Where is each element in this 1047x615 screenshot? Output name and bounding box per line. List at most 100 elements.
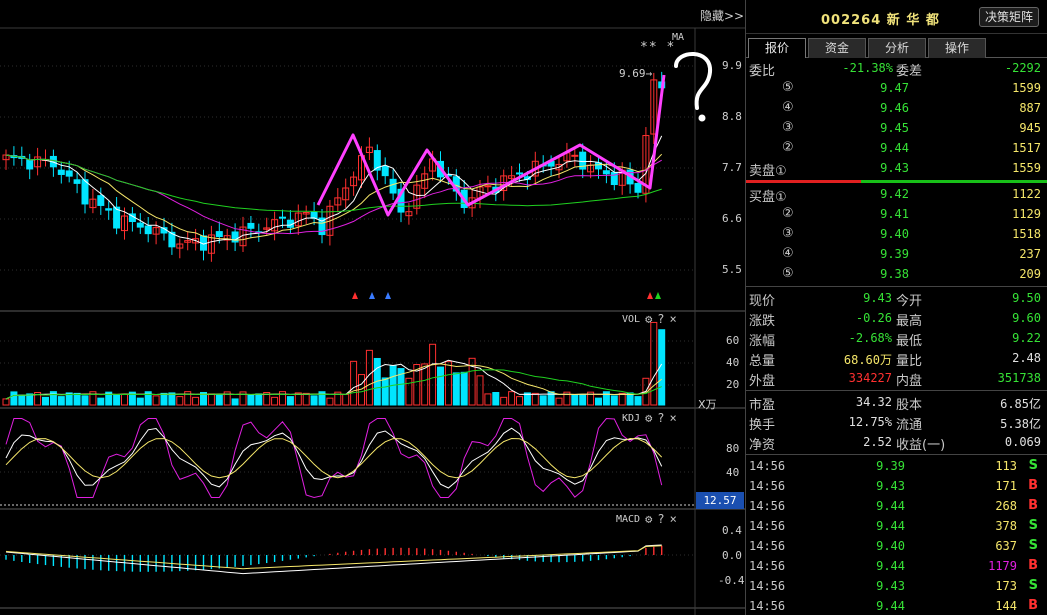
tab-analysis[interactable]: 分析: [868, 38, 926, 58]
level-label: ②: [782, 206, 794, 221]
gear-icon[interactable]: ⚙: [645, 411, 652, 425]
kdj-title: KDJ: [622, 412, 641, 424]
question-mark-stroke: [674, 52, 712, 110]
wei-bi-label: 委比: [749, 64, 776, 79]
macd-axis-tick: 0.4: [722, 524, 742, 537]
volume-bar: [429, 343, 437, 406]
divider: [746, 286, 1047, 287]
kline-chart-area[interactable]: 隐藏>> MA ** * 9.69→ 9.9 8.8 7.7 6.6 5.5 V…: [0, 0, 745, 615]
trade-volume: 171: [995, 479, 1017, 493]
volume-bar: [255, 393, 263, 406]
trade-row[interactable]: 14:56 9.40 637 S: [746, 536, 1047, 556]
volume-bar: [113, 394, 121, 406]
close-icon[interactable]: ×: [670, 411, 677, 425]
volume-bar: [136, 397, 144, 406]
macd-title: MACD: [616, 513, 641, 525]
divider: [746, 454, 1047, 455]
stat-value: -0.26: [855, 311, 892, 325]
candle-body: [484, 185, 492, 188]
trade-volume: 1179: [988, 559, 1017, 573]
stat-value: 9.43: [863, 291, 892, 305]
stat-label: 最低: [896, 334, 923, 349]
tab-operation[interactable]: 操作: [928, 38, 986, 58]
stat-label: 涨跌: [749, 314, 776, 329]
stat-label: 净资: [749, 438, 776, 453]
stat-value: 5.38亿: [1000, 417, 1041, 431]
trade-volume: 268: [995, 499, 1017, 513]
trade-row[interactable]: 14:56 9.39 113 S: [746, 456, 1047, 476]
level-volume: 237: [1019, 247, 1041, 261]
vol-axis-tick: 40: [726, 356, 740, 369]
stat-value: 0.069: [1004, 435, 1041, 449]
stat-value: 68.60万: [843, 353, 892, 367]
tab-quote[interactable]: 报价: [748, 38, 806, 58]
volume-bar: [231, 398, 239, 406]
trade-row[interactable]: 14:56 9.44 268 B: [746, 496, 1047, 516]
trade-price: 9.44: [876, 599, 905, 613]
volume-bar: [381, 377, 389, 406]
sell-order-book: ⑤ 9.47 1599 ④ 9.46 887 ③ 9.45 945 ② 9.44 1517 卖盘① 9.4…: [746, 78, 1047, 179]
stat-row: 涨跌 -0.26 最高 9.60: [746, 308, 1047, 329]
trade-row[interactable]: 14:56 9.43 173 S: [746, 576, 1047, 596]
stat-value: 9.60: [1012, 311, 1041, 325]
stat-row: 市盈 34.32 股本 6.85亿: [746, 392, 1047, 413]
volume-bar: [618, 392, 626, 406]
volume-bar: [460, 371, 468, 406]
trade-row[interactable]: 14:56 9.44 1179 B: [746, 556, 1047, 576]
price-axis-tick: 6.6: [722, 212, 742, 225]
candle-body: [65, 170, 73, 177]
buy-level-row: ④ 9.39 237: [746, 244, 1047, 264]
volume-bar: [176, 396, 184, 406]
candle-body: [105, 208, 113, 211]
stat-value: 6.85亿: [1000, 397, 1041, 411]
commission-ratio-row: 委比 -21.38% 委差 -2292: [746, 58, 1047, 79]
level-label: ⑤: [782, 80, 794, 95]
macd-panel-header: MACD ⚙ ? ×: [616, 512, 677, 526]
volume-bar: [531, 392, 539, 406]
volume-bar: [650, 321, 658, 406]
candle-body: [389, 178, 397, 194]
volume-bar: [539, 395, 547, 406]
price-stats: 现价 9.43 今开 9.50 涨跌 -0.26 最高 9.60 涨幅 -2.68% 最低 9.22 总…: [746, 288, 1047, 389]
close-icon[interactable]: ×: [670, 512, 677, 526]
level-price: 9.43: [880, 161, 909, 175]
trade-row[interactable]: 14:56 9.44 378 S: [746, 516, 1047, 536]
level-price: 9.42: [880, 187, 909, 201]
gear-icon[interactable]: ⚙: [645, 312, 652, 326]
decision-matrix-button[interactable]: 决策矩阵: [978, 7, 1039, 27]
trade-time: 14:56: [749, 459, 786, 473]
level-price: 9.39: [880, 247, 909, 261]
signal-arrow: [369, 292, 375, 299]
stat-value: -2.68%: [848, 331, 892, 345]
close-icon[interactable]: ×: [670, 312, 677, 326]
quote-panel: 002264 新 华 都 决策矩阵 报价 资金 分析 操作 委比 -21.38%…: [745, 0, 1047, 615]
tick-trades-list[interactable]: 14:56 9.39 113 S 14:56 9.43 171 B 14:56 9.44 268 B 1…: [746, 456, 1047, 615]
trade-time: 14:56: [749, 479, 786, 493]
level-volume: 887: [1019, 101, 1041, 115]
stat-label: 换手: [749, 418, 776, 433]
help-icon[interactable]: ?: [657, 312, 664, 326]
trade-row[interactable]: 14:56 9.44 144 B: [746, 596, 1047, 615]
tab-funds[interactable]: 资金: [808, 38, 866, 58]
stat-label: 收益(一): [896, 438, 946, 453]
trade-row[interactable]: 14:56 9.43 171 B: [746, 476, 1047, 496]
hide-panel-button[interactable]: 隐藏>>: [700, 7, 744, 24]
volume-bar: [571, 394, 579, 406]
gear-icon[interactable]: ⚙: [645, 512, 652, 526]
help-icon[interactable]: ?: [657, 512, 664, 526]
moving-average-line: [5, 154, 662, 213]
volume-bar: [192, 396, 200, 406]
sell-level-row: ③ 9.45 945: [746, 118, 1047, 138]
candle-body: [571, 154, 579, 157]
trade-time: 14:56: [749, 499, 786, 513]
kdj-panel-header: KDJ ⚙ ? ×: [622, 411, 677, 425]
kdj-value-badge: 12.57: [696, 492, 744, 509]
question-mark-dot: [698, 114, 706, 122]
level-volume: 945: [1019, 121, 1041, 135]
volume-bar: [57, 396, 65, 406]
level-volume: 209: [1019, 267, 1041, 281]
kdj-line: [5, 427, 663, 489]
stat-value: 2.52: [863, 435, 892, 449]
vol-axis-tick: 20: [726, 378, 740, 391]
help-icon[interactable]: ?: [657, 411, 664, 425]
